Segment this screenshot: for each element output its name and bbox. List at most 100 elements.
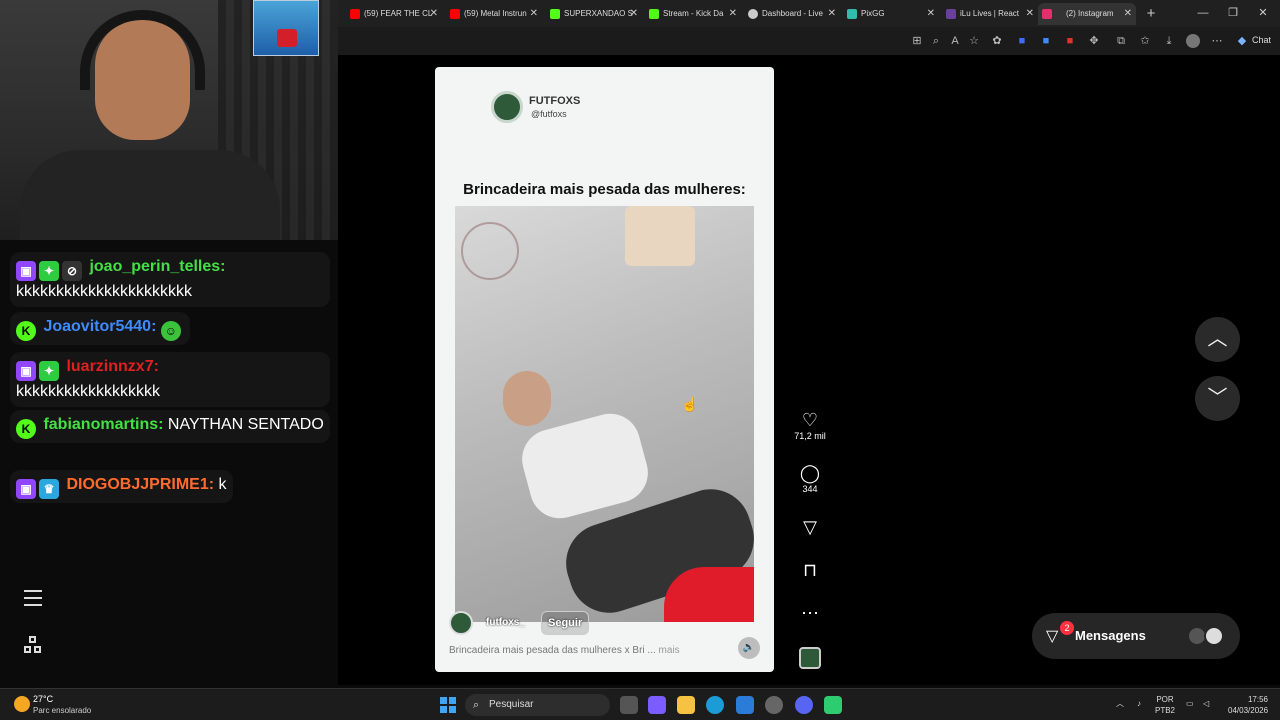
discord-icon[interactable] (795, 696, 813, 714)
audio-thumbnail[interactable] (799, 647, 821, 669)
brand-handle: @futfoxs (531, 109, 567, 119)
bookmark-icon: ⊓ (802, 560, 818, 580)
like-button[interactable]: ♡ 71,2 mil (785, 409, 835, 441)
kick-icon: K (16, 321, 36, 341)
file-explorer-icon[interactable] (677, 696, 695, 714)
minimize-icon[interactable]: — (1188, 0, 1218, 27)
chat-button[interactable]: Chat (1252, 35, 1271, 45)
chat-username: Joaovitor5440: (43, 318, 157, 335)
emote-icon: ☺ (160, 321, 181, 341)
volume-icon[interactable]: ◁ (1203, 698, 1209, 709)
extension-icon[interactable]: ■ (1063, 34, 1077, 48)
save-button[interactable]: ⊓ (785, 559, 835, 581)
crown-icon: ♛ (39, 479, 59, 499)
tab[interactable]: SUPERXANDAO S ✕ (546, 3, 642, 25)
close-icon[interactable]: ✕ (927, 3, 935, 25)
close-icon[interactable]: ✕ (828, 3, 836, 25)
instagram-icon (1042, 9, 1052, 19)
photos-icon[interactable] (736, 696, 754, 714)
close-icon[interactable]: ✕ (630, 3, 638, 25)
tab[interactable]: Dashboard - Live ✕ (744, 3, 840, 25)
chat-overlay: ▣ ✦ ⊘ joao_perin_telles: kkkkkkkkkkkkkkkkk… (0, 240, 338, 685)
tab[interactable]: (59) FEAR THE CL ✕ (346, 3, 442, 25)
extension-icon[interactable]: ■ (1039, 34, 1053, 48)
menu-icon[interactable] (24, 590, 42, 611)
restore-icon[interactable]: ❐ (1218, 0, 1248, 27)
favorites-icon[interactable]: ✩ (1138, 34, 1152, 48)
more-options-button[interactable]: ⋯ (785, 602, 835, 624)
tab[interactable]: (59) Metal Instrun ✕ (446, 3, 542, 25)
volume-icon[interactable]: 🔈 (738, 637, 760, 659)
language-indicator[interactable]: POR PTB2 (1155, 694, 1175, 716)
tab-instagram[interactable]: (2) Instagram ✕ (1038, 3, 1136, 25)
tab[interactable]: Stream - Kick Da ✕ (645, 3, 741, 25)
weather-condition: Parc ensolarado (33, 706, 92, 715)
more-link[interactable]: mais (659, 645, 680, 656)
follow-button[interactable]: Seguir (541, 611, 590, 635)
avatar (1204, 626, 1224, 646)
share-button[interactable]: ▽ (785, 516, 835, 538)
youtube-icon (450, 9, 460, 19)
twitch-icon: ▣ (16, 261, 36, 281)
reel-post[interactable]: FUTFOXS @futfoxs Brincadeira mais pesada… (435, 67, 774, 672)
chat-message: ▣ ✦ ⊘ joao_perin_telles: kkkkkkkkkkkkkkkkk… (10, 252, 330, 307)
copilot-icon[interactable]: ◆ (1235, 34, 1249, 48)
app-icon[interactable] (765, 696, 783, 714)
apps-icon[interactable] (24, 636, 42, 654)
kick-icon (649, 9, 659, 19)
reel-username[interactable]: futfoxs_ (486, 617, 525, 628)
previous-reel-button[interactable]: ︿ (1195, 317, 1240, 362)
chair (625, 206, 695, 266)
profile-avatar[interactable] (1186, 34, 1200, 48)
chevron-up-icon[interactable]: ︿ (1116, 698, 1124, 709)
network-icon[interactable]: ▭ (1186, 698, 1194, 709)
futfoxs-logo (491, 91, 523, 123)
close-window-icon[interactable]: ✕ (1248, 0, 1278, 27)
user-avatar[interactable] (449, 611, 473, 635)
next-reel-button[interactable]: ﹀ (1195, 376, 1240, 421)
reel-caption[interactable]: Brincadeira mais pesada das mulheres x B… (449, 645, 680, 656)
microphone-icon[interactable]: ♪ (1137, 698, 1141, 709)
like-count: 71,2 mil (794, 431, 826, 441)
new-tab-icon[interactable]: + (1136, 0, 1166, 27)
tab[interactable]: PixGG ✕ (843, 3, 939, 25)
edge-icon[interactable] (706, 696, 724, 714)
tab[interactable]: iLu Lives | React ✕ (942, 3, 1038, 25)
twitch-icon: ▣ (16, 361, 36, 381)
extension-icon[interactable]: ✿ (990, 34, 1004, 48)
eye-slash-icon: ⊘ (62, 261, 82, 281)
app-icon[interactable] (824, 696, 842, 714)
chat-text: k (218, 476, 227, 493)
weather-icon[interactable] (14, 696, 30, 712)
globe-icon (748, 9, 758, 19)
temperature: 27°C (33, 694, 54, 704)
close-icon[interactable]: ✕ (1026, 3, 1034, 25)
messages-button[interactable]: ▽ 2 Mensagens (1032, 613, 1240, 659)
taskbar-search[interactable]: ⌕ Pesquisar (465, 694, 610, 716)
task-view-icon[interactable] (620, 696, 638, 714)
app-icon[interactable]: ⊞ (910, 34, 924, 48)
zoom-icon[interactable]: ⌕ (929, 34, 943, 48)
favorite-star-icon[interactable]: ☆ (967, 34, 981, 48)
sword-badge-icon: ✦ (39, 361, 59, 381)
chat-text: NAYTHAN SENTADO (167, 416, 324, 433)
clock[interactable]: 17:56 04/03/2026 (1228, 694, 1268, 716)
superman-image (253, 0, 319, 56)
close-icon[interactable]: ✕ (1124, 3, 1132, 25)
taskbar: 27°C Parc ensolarado ⌕ Pesquisar ︿ ♪ POR P… (0, 688, 1280, 720)
split-screen-icon[interactable]: ⧉ (1114, 34, 1128, 48)
comment-button[interactable]: ◯ 344 (785, 462, 835, 494)
windows-start-icon[interactable] (440, 697, 456, 713)
copilot-icon[interactable] (648, 696, 666, 714)
reel-video[interactable] (455, 206, 754, 622)
close-icon[interactable]: ✕ (430, 3, 438, 25)
close-icon[interactable]: ✕ (729, 3, 737, 25)
read-aloud-icon[interactable]: A (948, 34, 962, 48)
download-icon[interactable]: ⤓ (1162, 34, 1176, 48)
extension-icon[interactable]: ■ (1015, 34, 1029, 48)
kick-icon (550, 9, 560, 19)
close-icon[interactable]: ✕ (530, 3, 538, 25)
search-icon: ⌕ (473, 699, 480, 711)
more-icon[interactable]: ⋯ (1210, 34, 1224, 48)
puzzle-icon[interactable]: ✥ (1087, 34, 1101, 48)
